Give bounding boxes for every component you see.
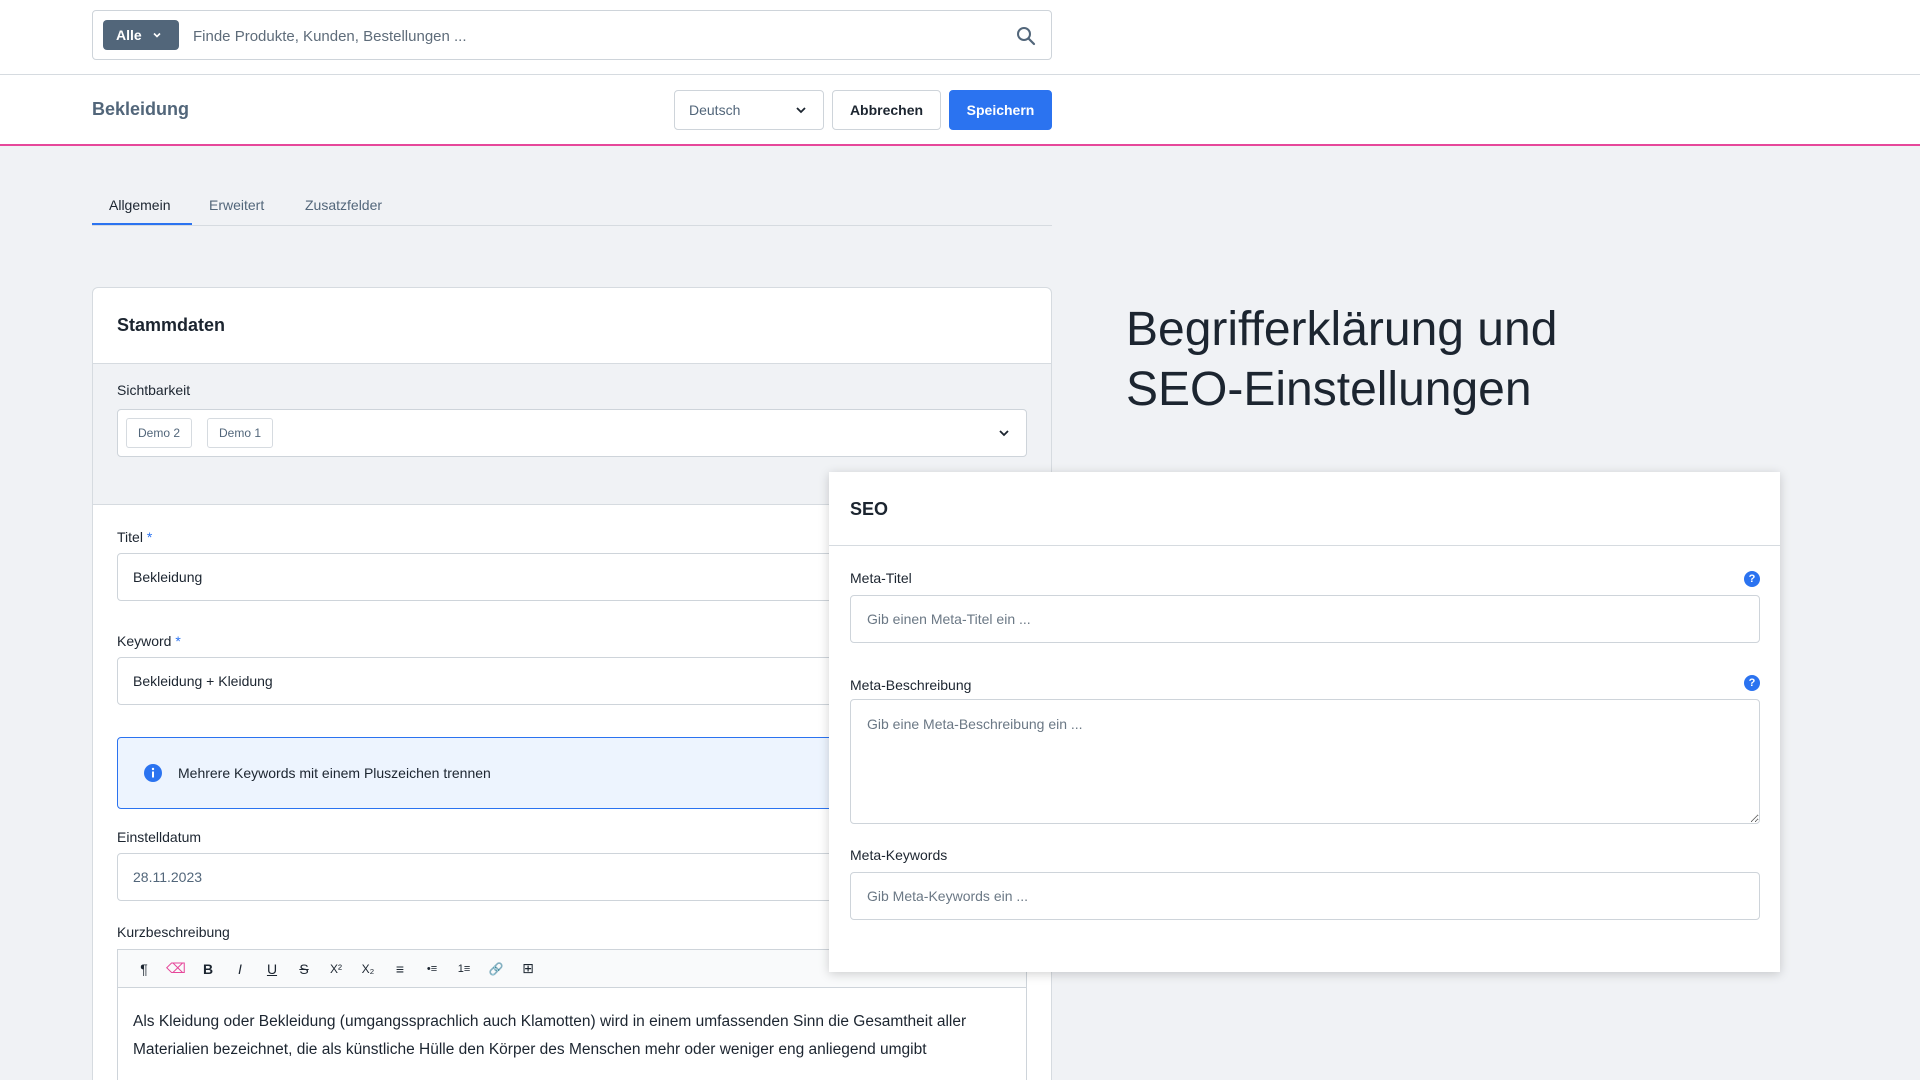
help-icon[interactable]: ? — [1744, 675, 1760, 691]
tab-zusatzfelder[interactable]: Zusatzfelder — [305, 197, 382, 213]
ordered-list-icon[interactable]: 1≡ — [448, 955, 480, 983]
superscript-icon[interactable]: X² — [320, 955, 352, 983]
hero-heading: Begrifferklärung und SEO-Einstellungen — [1126, 303, 1558, 416]
keyword-label: Keyword * — [117, 633, 181, 649]
info-text: Mehrere Keywords mit einem Pluszeichen t… — [178, 765, 491, 781]
card-title: Stammdaten — [93, 288, 1051, 364]
bold-icon[interactable]: B — [192, 955, 224, 983]
info-icon — [144, 764, 162, 782]
meta-desc-textarea[interactable] — [850, 699, 1760, 824]
subscript-icon[interactable]: X₂ — [352, 955, 384, 983]
search-type-dropdown[interactable]: Alle — [103, 20, 179, 50]
link-icon[interactable]: 🔗 — [480, 955, 512, 983]
page-title: Bekleidung — [92, 99, 190, 119]
smart-bar: Bekleidung Deutsch Abbrechen Speichern — [0, 75, 1920, 146]
tab-bar: Allgemein Erweitert Zusatzfelder — [92, 190, 1052, 226]
visibility-chip[interactable]: Demo 2 — [126, 418, 193, 448]
language-select[interactable]: Deutsch — [674, 90, 824, 130]
search-type-label: Alle — [116, 27, 142, 43]
required-marker: * — [175, 633, 181, 649]
active-tab-indicator — [92, 223, 192, 225]
seo-card: SEO Meta-Titel ? Meta-Beschreibung ? Met… — [829, 472, 1780, 972]
chevron-down-icon[interactable] — [996, 425, 1012, 441]
meta-keywords-label: Meta-Keywords — [850, 847, 948, 863]
search-input[interactable] — [193, 23, 973, 49]
visibility-chip[interactable]: Demo 1 — [207, 418, 274, 448]
underline-icon[interactable]: U — [256, 955, 288, 983]
language-value: Deutsch — [689, 102, 741, 118]
clear-format-icon[interactable]: ⌫ — [160, 955, 192, 983]
meta-desc-label: Meta-Beschreibung — [850, 677, 972, 693]
date-label: Einstelldatum — [117, 829, 202, 845]
unordered-list-icon[interactable]: •≡ — [416, 955, 448, 983]
short-desc-label: Kurzbeschreibung — [117, 924, 230, 940]
top-bar: Alle — [0, 0, 1920, 75]
title-label: Titel * — [117, 529, 153, 545]
visibility-label: Sichtbarkeit — [117, 382, 191, 398]
meta-title-label: Meta-Titel — [850, 570, 912, 586]
chevron-down-icon — [796, 107, 806, 114]
italic-icon[interactable]: I — [224, 955, 256, 983]
search-icon[interactable] — [1015, 25, 1037, 47]
tab-erweitert[interactable]: Erweitert — [209, 197, 264, 213]
paragraph-icon[interactable]: ¶ — [128, 955, 160, 983]
meta-keywords-input[interactable] — [850, 872, 1760, 920]
visibility-select[interactable]: Demo 2 Demo 1 — [117, 409, 1027, 457]
meta-title-input[interactable] — [850, 595, 1760, 643]
chevron-down-icon — [153, 32, 161, 38]
help-icon[interactable]: ? — [1744, 571, 1760, 587]
align-icon[interactable]: ≡ — [384, 955, 416, 983]
seo-title: SEO — [829, 472, 1780, 546]
short-desc-editor[interactable]: Als Kleidung oder Bekleidung (umgangsspr… — [117, 987, 1027, 1080]
required-marker: * — [146, 529, 153, 545]
strikethrough-icon[interactable]: S — [288, 955, 320, 983]
global-search: Alle — [92, 10, 1052, 60]
tab-allgemein[interactable]: Allgemein — [109, 197, 170, 213]
cancel-button[interactable]: Abbrechen — [832, 90, 941, 130]
table-icon[interactable]: ⊞ — [512, 955, 544, 983]
save-button[interactable]: Speichern — [949, 90, 1052, 130]
